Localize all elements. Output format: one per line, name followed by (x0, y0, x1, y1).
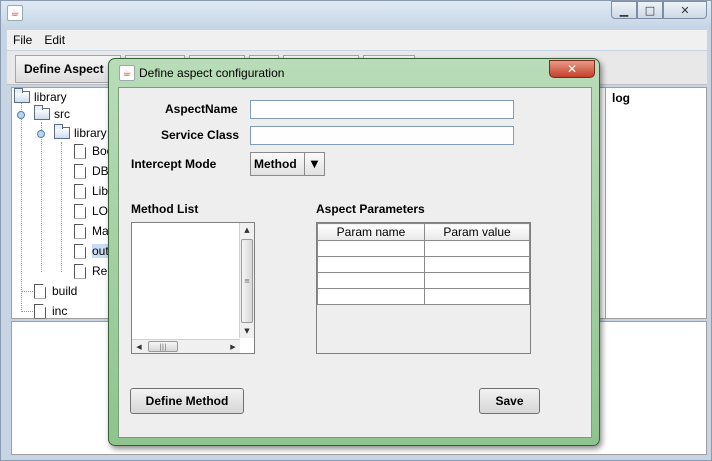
minimize-icon[interactable]: ▁ (611, 1, 637, 19)
scroll-up-icon[interactable]: ▲ (240, 223, 254, 237)
tree-root[interactable]: library (14, 88, 67, 105)
table-cell[interactable] (316, 272, 426, 289)
table-cell[interactable] (424, 256, 530, 273)
dropdown-arrow-icon[interactable]: ▼ (304, 153, 324, 175)
tree-file-label: Ma (92, 224, 109, 238)
file-icon (34, 283, 46, 299)
tree-file-selected[interactable]: out (74, 243, 109, 259)
intercept-mode-select[interactable]: Method ▼ (250, 152, 325, 176)
tree-file-label: LO (92, 204, 109, 218)
tree-root-label: library (34, 90, 67, 104)
intercept-mode-label: Intercept Mode (131, 157, 217, 171)
define-method-button[interactable]: Define Method (130, 388, 244, 414)
dialog-title: Define aspect configuration (139, 66, 285, 80)
file-icon (34, 303, 46, 319)
tree-src[interactable]: src (34, 105, 70, 122)
menu-edit[interactable]: Edit (38, 33, 71, 47)
tree-build[interactable]: build (34, 283, 77, 299)
tree-file-label: DB (92, 164, 109, 178)
intercept-mode-value: Method (254, 157, 297, 171)
define-aspect-dialog: ☕ Define aspect configuration ✕ AspectNa… (108, 58, 600, 446)
save-button[interactable]: Save (479, 388, 540, 414)
tree-library-package[interactable]: library (54, 124, 107, 141)
dialog-body: AspectName Service Class Intercept Mode … (118, 87, 592, 438)
service-class-input[interactable] (250, 126, 514, 145)
table-row[interactable] (316, 240, 530, 257)
java-cup-icon: ☕ (119, 65, 135, 81)
log-pane: log (605, 87, 707, 319)
log-label: log (612, 91, 630, 105)
table-cell[interactable] (316, 256, 426, 273)
tree-library-label: library (74, 126, 107, 140)
scroll-right-icon[interactable]: ▶ (226, 340, 240, 354)
table-cell[interactable] (316, 288, 426, 305)
tree-file[interactable]: Lib (74, 183, 108, 199)
aspect-params-label: Aspect Parameters (316, 202, 425, 216)
folder-icon (34, 105, 50, 120)
tree-build-label: build (52, 284, 78, 298)
tree-file-label: Re (92, 264, 108, 278)
file-icon (74, 243, 86, 259)
close-icon[interactable]: ✕ (663, 1, 707, 19)
file-icon (74, 143, 86, 159)
method-list-label: Method List (131, 202, 199, 216)
table-cell[interactable] (424, 288, 530, 305)
folder-icon (14, 88, 30, 103)
tree-file[interactable]: Re (74, 263, 107, 279)
file-icon (74, 163, 86, 179)
table-row[interactable] (316, 288, 530, 305)
file-icon (74, 223, 86, 239)
file-icon (74, 263, 86, 279)
folder-icon (54, 124, 70, 139)
col-param-name[interactable]: Param name (316, 223, 426, 241)
aspect-name-input[interactable] (250, 100, 514, 119)
params-grid: Param name Param value (316, 223, 530, 305)
table-row[interactable] (316, 256, 530, 273)
method-list-vscroll[interactable]: ▲ ≡ ▼ (239, 223, 254, 338)
window-controls: ▁ □ ✕ (611, 1, 707, 19)
tree-file[interactable]: Ma (74, 223, 109, 239)
expand-handle[interactable] (37, 130, 45, 138)
table-cell[interactable] (316, 240, 426, 257)
method-list[interactable]: ▲ ≡ ▼ ◀ ||| ▶ (131, 222, 255, 354)
scroll-down-icon[interactable]: ▼ (240, 324, 254, 338)
menu-file[interactable]: File (7, 33, 38, 47)
aspect-name-label: AspectName (165, 102, 238, 116)
main-title-bar: ☕ ▁ □ ✕ (1, 1, 711, 27)
table-row[interactable] (316, 272, 530, 289)
tree-inc-label: inc (52, 304, 68, 318)
tree-file-label: Lib (92, 184, 109, 198)
col-param-value[interactable]: Param value (424, 223, 530, 241)
service-class-label: Service Class (161, 128, 240, 142)
file-icon (74, 183, 86, 199)
close-icon[interactable]: ✕ (549, 60, 595, 78)
maximize-icon[interactable]: □ (637, 1, 663, 19)
scroll-thumb[interactable]: ≡ (241, 239, 253, 323)
tree-file[interactable]: DB (74, 163, 109, 179)
scroll-left-icon[interactable]: ◀ (132, 340, 146, 354)
file-icon (74, 203, 86, 219)
tree-file[interactable]: LO (74, 203, 108, 219)
menu-bar: File Edit (7, 30, 707, 50)
table-cell[interactable] (424, 240, 530, 257)
scroll-thumb[interactable]: ||| (148, 341, 178, 352)
tree-file-label: out (92, 244, 109, 258)
java-cup-icon: ☕ (7, 5, 23, 21)
aspect-params-table[interactable]: Param name Param value (316, 222, 531, 354)
table-cell[interactable] (424, 272, 530, 289)
define-aspect-button[interactable]: Define Aspect (15, 55, 121, 83)
expand-handle[interactable] (17, 111, 25, 119)
tree-inc[interactable]: inc (34, 303, 67, 319)
tree-src-label: src (54, 107, 70, 121)
method-list-hscroll[interactable]: ◀ ||| ▶ (132, 339, 240, 353)
